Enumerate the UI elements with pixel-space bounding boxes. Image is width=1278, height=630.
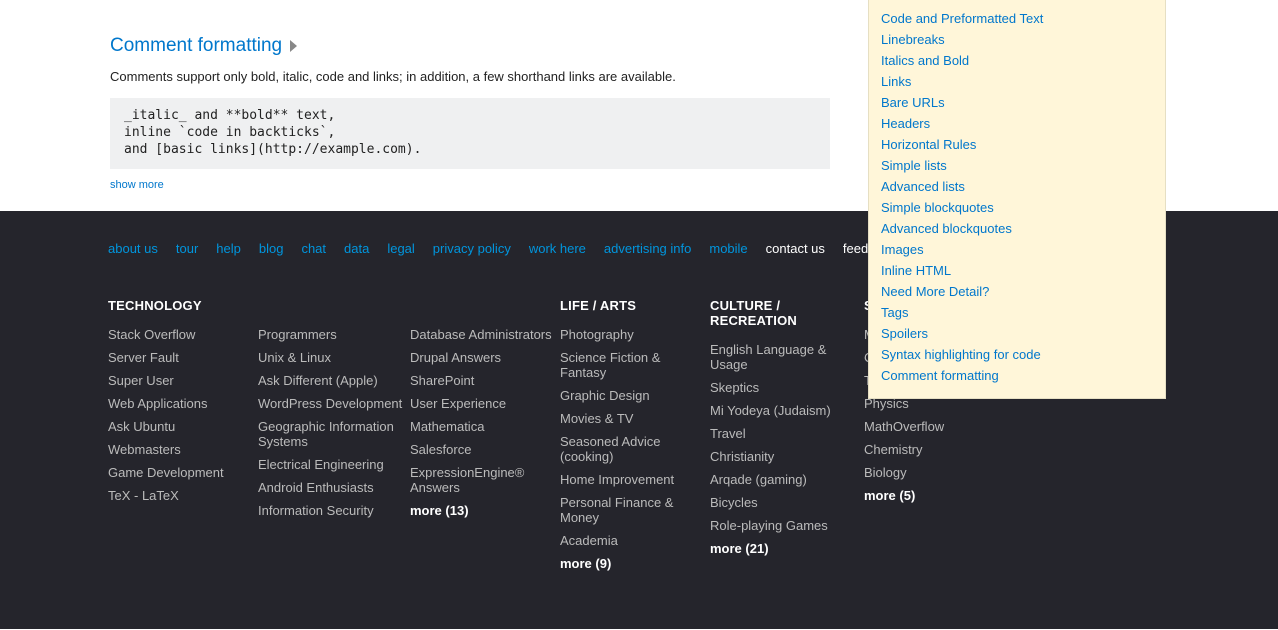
toc-item[interactable]: Linebreaks	[881, 29, 1165, 50]
caret-right-icon	[290, 40, 297, 52]
footer-site-link[interactable]: Electrical Engineering	[258, 457, 410, 472]
toc-item[interactable]: Horizontal Rules	[881, 134, 1165, 155]
footer-site-link[interactable]: Geographic Information Systems	[258, 419, 410, 449]
footer-site-link[interactable]: Webmasters	[108, 442, 258, 457]
toc-item[interactable]: Syntax highlighting for code	[881, 344, 1165, 365]
footer-site-link[interactable]: Super User	[108, 373, 258, 388]
footer-site-link[interactable]: ExpressionEngine® Answers	[410, 465, 560, 495]
footer-site-link[interactable]: Movies & TV	[560, 411, 710, 426]
footer-link[interactable]: help	[216, 241, 241, 256]
footer-link[interactable]: privacy policy	[433, 241, 511, 256]
footer-link[interactable]: chat	[301, 241, 326, 256]
footer-site-link[interactable]: Photography	[560, 327, 710, 342]
footer-site-link[interactable]: Graphic Design	[560, 388, 710, 403]
footer-link[interactable]: about us	[108, 241, 158, 256]
toc-item[interactable]: Headers	[881, 113, 1165, 134]
footer-site-link[interactable]: Seasoned Advice (cooking)	[560, 434, 710, 464]
footer-site-link[interactable]: Information Security	[258, 503, 410, 518]
footer-link[interactable]: work here	[529, 241, 586, 256]
col-technology-3: . Database AdministratorsDrupal AnswersS…	[410, 298, 560, 579]
more-link[interactable]: more (13)	[410, 503, 560, 518]
footer-site-link[interactable]: Skeptics	[710, 380, 864, 395]
col-heading: TECHNOLOGY	[108, 298, 258, 313]
footer-link[interactable]: blog	[259, 241, 284, 256]
footer-site-link[interactable]: Unix & Linux	[258, 350, 410, 365]
footer-site-link[interactable]: Mathematica	[410, 419, 560, 434]
col-heading: CULTURE / RECREATION	[710, 298, 864, 328]
toc-item[interactable]: Need More Detail?	[881, 281, 1165, 302]
toc-item[interactable]: Simple blockquotes	[881, 197, 1165, 218]
footer-site-link[interactable]: Academia	[560, 533, 710, 548]
col-heading: LIFE / ARTS	[560, 298, 710, 313]
col-life-arts: LIFE / ARTS Photography Science Fiction &…	[560, 298, 710, 579]
toc-item[interactable]: Inline HTML	[881, 260, 1165, 281]
footer-link[interactable]: contact us	[766, 241, 825, 256]
footer-site-link[interactable]: Stack Overflow	[108, 327, 258, 342]
more-link[interactable]: more (9)	[560, 556, 710, 571]
footer-link[interactable]: data	[344, 241, 369, 256]
footer-site-link[interactable]: Biology	[864, 465, 1044, 480]
footer-site-link[interactable]: Server Fault	[108, 350, 258, 365]
toc-item[interactable]: Links	[881, 71, 1165, 92]
footer-link[interactable]: legal	[387, 241, 414, 256]
col-culture: CULTURE / RECREATION English Language & …	[710, 298, 864, 579]
toc-item[interactable]: Code and Preformatted Text	[881, 8, 1165, 29]
footer-site-link[interactable]: Chemistry	[864, 442, 1044, 457]
footer-site-link[interactable]: Personal Finance & Money	[560, 495, 710, 525]
footer-site-link[interactable]: User Experience	[410, 396, 560, 411]
footer-site-link[interactable]: SharePoint	[410, 373, 560, 388]
toc-item[interactable]: Simple lists	[881, 155, 1165, 176]
footer-link[interactable]: mobile	[709, 241, 747, 256]
col-technology-2: . ProgrammersUnix & LinuxAsk Different (…	[258, 298, 410, 579]
footer-site-link[interactable]: Web Applications	[108, 396, 258, 411]
toc-item[interactable]: Advanced blockquotes	[881, 218, 1165, 239]
footer-site-link[interactable]: WordPress Development	[258, 396, 410, 411]
toc-item[interactable]: Comment formatting	[881, 365, 1165, 386]
footer-site-link[interactable]: Drupal Answers	[410, 350, 560, 365]
code-example: _italic_ and **bold** text, inline `code…	[110, 98, 830, 169]
footer-site-link[interactable]: Home Improvement	[560, 472, 710, 487]
footer-site-link[interactable]: Database Administrators	[410, 327, 560, 342]
toc-item[interactable]: Italics and Bold	[881, 50, 1165, 71]
more-link[interactable]: more (21)	[710, 541, 864, 556]
toc-sidebar: Code and Preformatted TextLinebreaksItal…	[868, 0, 1166, 399]
toc-item[interactable]: Bare URLs	[881, 92, 1165, 113]
footer-site-link[interactable]: English Language & Usage	[710, 342, 864, 372]
footer-site-link[interactable]: Programmers	[258, 327, 410, 342]
show-more-link[interactable]: show more	[110, 179, 164, 191]
footer-site-link[interactable]: Ask Different (Apple)	[258, 373, 410, 388]
footer-site-link[interactable]: Android Enthusiasts	[258, 480, 410, 495]
footer-site-link[interactable]: Mi Yodeya (Judaism)	[710, 403, 864, 418]
toc-item[interactable]: Advanced lists	[881, 176, 1165, 197]
footer-site-link[interactable]: TeX - LaTeX	[108, 488, 258, 503]
toc-item[interactable]: Spoilers	[881, 323, 1165, 344]
footer-site-link[interactable]: Science Fiction & Fantasy	[560, 350, 710, 380]
toc-item[interactable]: Images	[881, 239, 1165, 260]
footer-link[interactable]: tour	[176, 241, 198, 256]
footer-site-link[interactable]: Christianity	[710, 449, 864, 464]
more-link[interactable]: more (5)	[864, 488, 1044, 503]
footer-site-link[interactable]: MathOverflow	[864, 419, 1044, 434]
col-technology: TECHNOLOGY Stack Overflow Server Fault Sup…	[108, 298, 258, 579]
footer-link[interactable]: advertising info	[604, 241, 691, 256]
toc-item[interactable]: Tags	[881, 302, 1165, 323]
footer-site-link[interactable]: Role-playing Games	[710, 518, 864, 533]
heading-link[interactable]: Comment formatting	[110, 35, 282, 57]
footer-site-link[interactable]: Bicycles	[710, 495, 864, 510]
footer-site-link[interactable]: Ask Ubuntu	[108, 419, 258, 434]
footer-site-link[interactable]: Travel	[710, 426, 864, 441]
footer-site-link[interactable]: Arqade (gaming)	[710, 472, 864, 487]
footer-site-link[interactable]: Game Development	[108, 465, 258, 480]
footer-site-link[interactable]: Salesforce	[410, 442, 560, 457]
